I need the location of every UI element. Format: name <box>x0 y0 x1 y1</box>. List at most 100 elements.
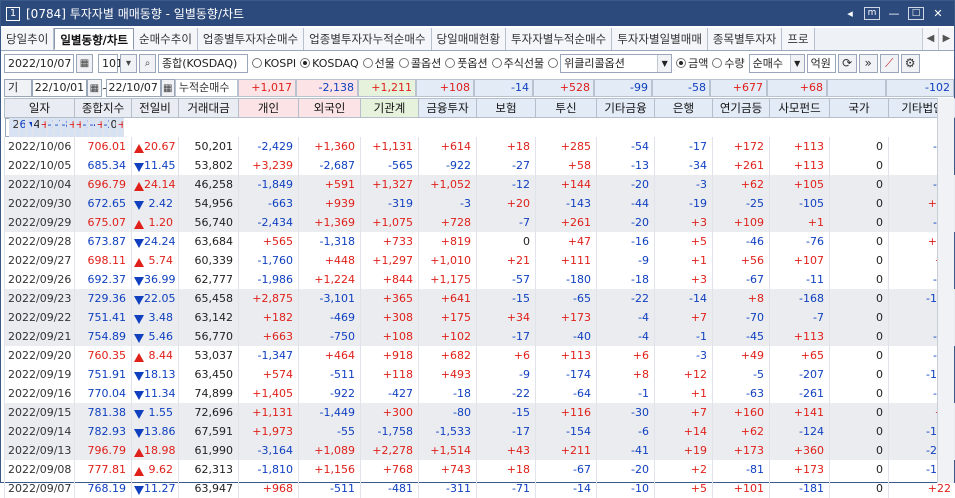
cell-investor-value: -41 <box>597 441 655 460</box>
tab-0[interactable]: 당일추이 <box>1 28 54 50</box>
cell-investor-value: -55 <box>299 422 361 441</box>
table-row[interactable]: 2022/09/13796.7918.9861,990-3,164+1,089+… <box>5 441 955 460</box>
tab-prev-icon[interactable]: ◀ <box>922 28 938 50</box>
table-row[interactable]: 2022/09/07768.1911.2763,947+968-511-481-… <box>5 479 955 498</box>
cell-date: 2022/09/07 <box>5 479 75 498</box>
table-row[interactable]: 2022/10/04696.7924.1446,258-1,849+591+1,… <box>5 175 955 194</box>
tab-9[interactable]: 프로 <box>782 28 814 50</box>
column-header[interactable]: 개인 <box>239 99 299 118</box>
column-header[interactable]: 일자 <box>5 99 75 118</box>
arrow-down-icon <box>134 429 144 438</box>
table-row[interactable]: 2022/09/26692.3736.9962,777-1,986+1,224+… <box>5 270 955 289</box>
table-row[interactable]: 2022/10/06706.0120.6750,201-2,429+1,360+… <box>5 137 955 156</box>
table-row[interactable]: 2022/10/07699.456.5645,404+2,096-1,357-7… <box>5 118 75 137</box>
column-header[interactable]: 종합지수 <box>75 99 132 118</box>
column-header[interactable]: 보험 <box>477 99 536 118</box>
table-row[interactable]: 2022/09/15781.381.5572,696+1,131-1,449+3… <box>5 403 955 422</box>
tab-7[interactable]: 투자자별일별매매 <box>612 28 708 50</box>
table-row[interactable]: 2022/09/19751.9118.1363,450+574-511+118+… <box>5 365 955 384</box>
column-header[interactable]: 연기금등 <box>713 99 770 118</box>
radio-kosdaq[interactable]: KOSDAQ <box>300 57 359 70</box>
cell-investor-value: -63 <box>713 384 770 403</box>
tab-2[interactable]: 순매수추이 <box>134 28 198 50</box>
table-row[interactable]: 2022/10/05685.3411.4553,802+3,239-2,687-… <box>5 156 955 175</box>
market-field[interactable]: 종합(KOSDAQ) <box>158 54 248 73</box>
table-row[interactable]: 2022/09/22751.413.4863,142+182-469+308+1… <box>5 308 955 327</box>
arrow-down-icon <box>134 201 144 210</box>
tab-1[interactable]: 일별동향/차트 <box>54 28 134 50</box>
column-header[interactable]: 금융투자 <box>419 99 477 118</box>
chevron-down-icon[interactable]: ▾ <box>120 54 137 73</box>
table-row[interactable]: 2022/09/29675.071.2056,740-2,434+1,369+1… <box>5 213 955 232</box>
mode-select[interactable]: 순매수▼ <box>749 54 805 73</box>
calendar-icon[interactable]: ▦ <box>76 54 93 73</box>
tab-6[interactable]: 투자자별누적순매수 <box>506 28 612 50</box>
code-input[interactable]: 101 <box>98 54 118 73</box>
column-header[interactable]: 기타금융 <box>597 99 655 118</box>
cell-investor-value: +3 <box>655 270 713 289</box>
column-header[interactable]: 기관계 <box>361 99 419 118</box>
to-date-input[interactable]: 22/10/07 <box>106 79 161 97</box>
table-row[interactable]: 2022/09/30672.652.4254,956-663+939-319-3… <box>5 194 955 213</box>
next-icon[interactable]: » <box>859 54 878 73</box>
cell-investor-value: -511 <box>299 479 361 498</box>
cell-change: 9.62 <box>132 460 179 479</box>
table-row[interactable]: 2022/09/08777.819.6262,313-1,810+1,156+7… <box>5 460 955 479</box>
cell-investor-value: -180 <box>536 270 597 289</box>
cell-investor-value: +1 <box>655 384 713 403</box>
tab-next-icon[interactable]: ▶ <box>938 28 954 50</box>
cell-trade-value: 63,450 <box>179 365 239 384</box>
table-row[interactable]: 2022/09/14782.9313.8667,591+1,973-55-1,7… <box>5 422 955 441</box>
tab-4[interactable]: 업종별투자자누적순매수 <box>304 28 431 50</box>
calendar-icon[interactable]: ▦ <box>87 79 101 97</box>
refresh-icon[interactable]: ⟳ <box>838 54 857 73</box>
column-header[interactable]: 전일비 <box>132 99 179 118</box>
radio-weekly[interactable] <box>548 58 558 68</box>
radio-stock-futures[interactable]: 주식선물 <box>492 55 544 71</box>
gear-icon[interactable]: ⚙ <box>901 54 920 73</box>
table-row[interactable]: 2022/09/16770.0411.3474,899+1,405-922-42… <box>5 384 955 403</box>
table-row[interactable]: 2022/09/23729.3622.0565,458+2,875-3,101+… <box>5 289 955 308</box>
radio-put[interactable]: 풋옵션 <box>445 55 487 71</box>
table-row[interactable]: 2022/09/28673.8724.2463,684+565-1,318+73… <box>5 232 955 251</box>
minimize-icon[interactable]: — <box>886 6 902 22</box>
cell-investor-value: +1,089 <box>299 441 361 460</box>
column-header[interactable]: 은행 <box>655 99 713 118</box>
close-icon[interactable]: ✕ <box>930 6 946 22</box>
chart-icon[interactable]: ⟋ <box>880 54 899 73</box>
column-header[interactable]: 사모펀드 <box>770 99 830 118</box>
tab-8[interactable]: 종목별투자자 <box>708 28 782 50</box>
column-header[interactable]: 외국인 <box>299 99 361 118</box>
cell-change: 2.42 <box>132 194 179 213</box>
column-header[interactable]: 투신 <box>536 99 597 118</box>
cell-investor-value: 0 <box>830 479 889 498</box>
cell-date: 2022/10/04 <box>5 175 75 194</box>
column-header[interactable]: 거래대금 <box>179 99 239 118</box>
calendar-icon[interactable]: ▦ <box>161 79 175 97</box>
radio-call[interactable]: 콜옵션 <box>399 55 441 71</box>
table-row[interactable]: 2022/09/21754.895.4656,770+663-750+108+1… <box>5 327 955 346</box>
tab-3[interactable]: 업종별투자자순매수 <box>198 28 304 50</box>
link-icon[interactable]: m <box>864 7 880 20</box>
cell-investor-value: +1,405 <box>239 384 299 403</box>
search-icon[interactable]: ⌕ <box>139 54 156 73</box>
radio-amount[interactable]: 금액 <box>676 55 708 71</box>
table-row[interactable]: 2022/09/20760.358.4453,037-1,347+464+918… <box>5 346 955 365</box>
maximize-icon[interactable]: □ <box>908 7 924 20</box>
weekly-option-select[interactable]: 위클리콜옵션▼ <box>560 54 672 73</box>
change-value: 3.48 <box>149 311 174 324</box>
prev-icon[interactable]: ◂ <box>842 6 858 22</box>
radio-kospi[interactable]: KOSPI <box>252 57 296 70</box>
table-row[interactable]: 2022/09/27698.115.7460,339-1,760+448+1,2… <box>5 251 955 270</box>
cell-investor-value: +8 <box>597 365 655 384</box>
tab-5[interactable]: 당일매매현황 <box>432 28 506 50</box>
vertical-scrollbar[interactable] <box>937 98 954 483</box>
radio-futures[interactable]: 선물 <box>363 55 395 71</box>
cell-index: 781.38 <box>75 403 132 422</box>
from-date-input[interactable]: 22/10/01 <box>32 79 87 97</box>
column-header[interactable]: 국가 <box>830 99 889 118</box>
arrow-down-icon <box>134 277 144 286</box>
date-input[interactable]: 2022/10/07 <box>4 54 74 73</box>
cell-change: 11.45 <box>132 156 179 175</box>
radio-quantity[interactable]: 수량 <box>712 55 744 71</box>
